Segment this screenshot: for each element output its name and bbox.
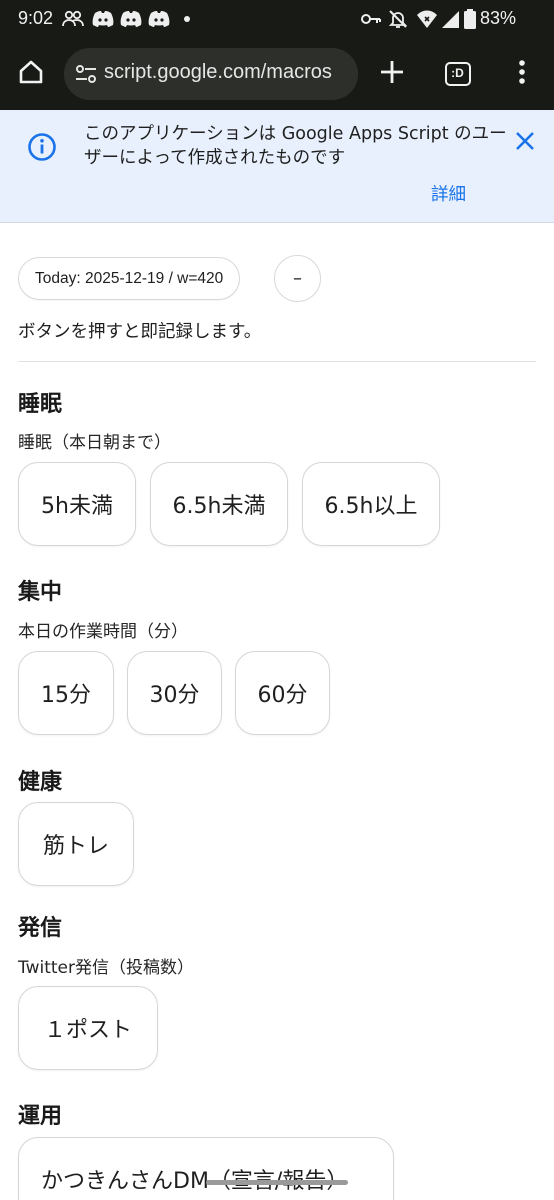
today-pill[interactable]: Today: 2025-12-19 / w=420: [18, 257, 241, 300]
sleep-under-6-5h-button[interactable]: 6.5h未満: [150, 462, 288, 546]
discord-icon: [148, 9, 170, 29]
close-icon: [515, 131, 535, 155]
home-icon: [17, 58, 45, 90]
section-title-health: 健康: [18, 770, 63, 795]
apps-script-warning-banner: このアプリケーションは Google Apps Script のユーザーによって…: [0, 110, 554, 223]
signal-icon: [440, 9, 462, 29]
strength-training-button[interactable]: 筋トレ: [18, 802, 134, 886]
instruction-text: ボタンを押すと即記録します。: [18, 322, 262, 342]
tab-switcher-button[interactable]: :D: [434, 50, 482, 98]
section-subtitle-posting: Twitter発信（投稿数）: [18, 958, 194, 978]
section-title-sleep: 睡眠: [18, 392, 63, 417]
banner-close-button[interactable]: [506, 124, 544, 162]
dash-button[interactable]: –: [274, 255, 321, 302]
focus-15min-button[interactable]: 15分: [18, 651, 114, 735]
focus-30min-button[interactable]: 30分: [127, 651, 222, 735]
banner-message: このアプリケーションは Google Apps Script のユーザーによって…: [84, 124, 507, 168]
more-vert-icon: [518, 59, 526, 89]
section-title-operations: 運用: [18, 1104, 63, 1129]
section-subtitle-focus: 本日の作業時間（分）: [18, 622, 188, 642]
status-bar: 9:02 83%: [0, 0, 554, 38]
focus-60min-button[interactable]: 60分: [235, 651, 330, 735]
dot-icon: [180, 9, 202, 29]
people-icon: [62, 9, 84, 29]
sleep-over-6-5h-button[interactable]: 6.5h以上: [302, 462, 440, 546]
divider: [18, 361, 536, 362]
tab-switcher-icon: :D: [445, 62, 471, 86]
discord-icon: [92, 9, 114, 29]
discord-icon: [120, 9, 142, 29]
mute-icon: [387, 9, 409, 29]
address-bar[interactable]: script.google.com/macros: [64, 48, 358, 100]
info-icon: [27, 132, 57, 162]
browser-toolbar: script.google.com/macros :D: [0, 38, 554, 110]
plus-icon: [379, 59, 405, 89]
sleep-under-5h-button[interactable]: 5h未満: [18, 462, 136, 546]
battery-icon: [464, 9, 476, 29]
section-title-posting: 発信: [18, 916, 63, 941]
banner-details-link[interactable]: 詳細: [431, 181, 466, 206]
status-time: 9:02: [18, 8, 54, 28]
section-subtitle-sleep: 睡眠（本日朝まで）: [18, 433, 171, 453]
new-tab-button[interactable]: [368, 50, 416, 98]
url-text[interactable]: script.google.com/macros: [104, 61, 332, 84]
menu-button[interactable]: [498, 50, 546, 98]
gesture-navigation-bar[interactable]: [206, 1180, 348, 1185]
wifi-icon: [416, 9, 438, 29]
one-post-button[interactable]: １ポスト: [18, 986, 158, 1070]
site-settings-icon[interactable]: [74, 62, 98, 86]
dm-report-button[interactable]: かつきんさんDM（宣言/報告）: [18, 1137, 394, 1200]
key-icon: [360, 9, 382, 29]
battery-percentage: 83%: [479, 8, 516, 28]
section-title-focus: 集中: [18, 580, 63, 605]
home-button[interactable]: [7, 50, 55, 98]
